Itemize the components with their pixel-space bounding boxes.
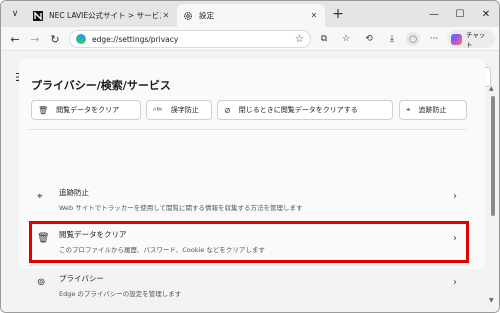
glasses-icon: ⊚ xyxy=(37,277,46,288)
minimize-icon[interactable]: — xyxy=(425,5,443,23)
quick-action-label: 閉じるときに閲覧データをクリアする xyxy=(238,106,358,114)
favorite-star-icon[interactable]: ☆ xyxy=(295,34,304,45)
scrollbar-thumb[interactable] xyxy=(491,96,495,216)
tab-settings[interactable]: 設定 ✕ xyxy=(177,4,325,27)
copilot-icon xyxy=(451,33,462,45)
edge-logo-icon xyxy=(76,34,86,44)
divider xyxy=(27,129,467,130)
row-privacy[interactable]: ⊚ プライバシー Edge のプライバシーの設定を管理します › xyxy=(27,265,467,309)
download-icon[interactable]: ⤓ xyxy=(384,31,400,47)
row-tracking-prevention[interactable]: ⌖ 追跡防止 Web サイトでトラッカーを使用して閲覧に関する情報を収集する方法… xyxy=(27,179,467,223)
quick-clear-browsing-data-button[interactable]: 🗑 閲覧データをクリア xyxy=(31,100,141,120)
close-icon[interactable]: ✕ xyxy=(161,11,171,20)
back-arrow-icon[interactable]: ← xyxy=(7,31,23,47)
url-text: edge://settings/privacy xyxy=(92,34,179,44)
quick-action-label: 閲覧データをクリア xyxy=(56,106,120,114)
new-tab-plus-icon[interactable]: + xyxy=(329,5,347,23)
row-description: Edge のプライバシーの設定を管理します xyxy=(59,290,182,298)
extensions-icon[interactable]: ⧉ xyxy=(316,31,332,47)
history-icon[interactable]: ⟲ xyxy=(361,31,377,47)
browser-toolbar: ← → ↻ edge://settings/privacy ☆ ⧉ ☆ ⟲ ⤓ … xyxy=(1,27,499,51)
tab-nec-lavie[interactable]: NEC LAVIE公式サイト > サービス&サ ✕ xyxy=(27,4,177,27)
section-title: プライバシー/検索/サービス xyxy=(31,79,171,92)
tab-title: 設定 xyxy=(199,11,214,20)
nec-favicon xyxy=(33,10,43,21)
row-title: 追跡防止 xyxy=(59,188,89,197)
chevron-right-icon: › xyxy=(453,191,457,202)
browser-window: ∨ NEC LAVIE公式サイト > サービス&サ ✕ 設定 ✕ + — ☐ ✕… xyxy=(0,0,500,313)
row-title: プライバシー xyxy=(59,274,104,283)
favorites-icon[interactable]: ☆ xyxy=(338,31,354,47)
scroll-down-icon[interactable]: ▼ xyxy=(489,297,494,304)
copilot-chat-button[interactable]: チャット xyxy=(447,30,495,49)
tracking-icon: ⌖ xyxy=(37,191,43,202)
tracking-icon: ⌖ xyxy=(406,105,411,114)
tab-strip: ∨ NEC LAVIE公式サイト > サービス&サ ✕ 設定 ✕ + — ☐ ✕ xyxy=(1,1,499,27)
spellcheck-icon: ᴬᴮᶜ xyxy=(153,105,163,115)
scroll-up-icon[interactable]: ▲ xyxy=(489,85,494,92)
window-close-icon[interactable]: ✕ xyxy=(477,5,495,23)
highlight-box xyxy=(29,221,469,263)
more-menu-icon[interactable]: ··· xyxy=(426,31,442,47)
row-description: Web サイトでトラッカーを使用して閲覧に関する情報を収集する方法を管理します xyxy=(59,204,303,212)
profile-avatar-icon[interactable]: ◯ xyxy=(406,32,420,46)
trash-icon: 🗑 xyxy=(38,105,49,115)
maximize-icon[interactable]: ☐ xyxy=(451,5,469,23)
quick-tracking-prevention-button[interactable]: ⌖ 追跡防止 xyxy=(399,100,467,120)
quick-action-label: 誤字防止 xyxy=(170,106,199,114)
tab-actions-chevron-icon[interactable]: ∨ xyxy=(7,6,23,22)
quick-clear-on-close-button[interactable]: ⊘ 閉じるときに閲覧データをクリアする xyxy=(217,100,393,120)
chevron-right-icon: › xyxy=(453,277,457,288)
forward-arrow-icon[interactable]: → xyxy=(27,31,43,47)
address-bar[interactable]: edge://settings/privacy ☆ xyxy=(69,30,311,48)
quick-typo-protection-button[interactable]: ᴬᴮᶜ 誤字防止 xyxy=(146,100,212,120)
clear-on-close-icon: ⊘ xyxy=(224,105,231,115)
quick-action-label: 追跡防止 xyxy=(418,106,447,114)
close-icon[interactable]: ✕ xyxy=(309,11,319,20)
tab-title: NEC LAVIE公式サイト > サービス&サ xyxy=(49,11,161,20)
gear-icon xyxy=(184,11,192,20)
copilot-label: チャット xyxy=(466,31,486,49)
refresh-icon[interactable]: ↻ xyxy=(47,31,63,47)
